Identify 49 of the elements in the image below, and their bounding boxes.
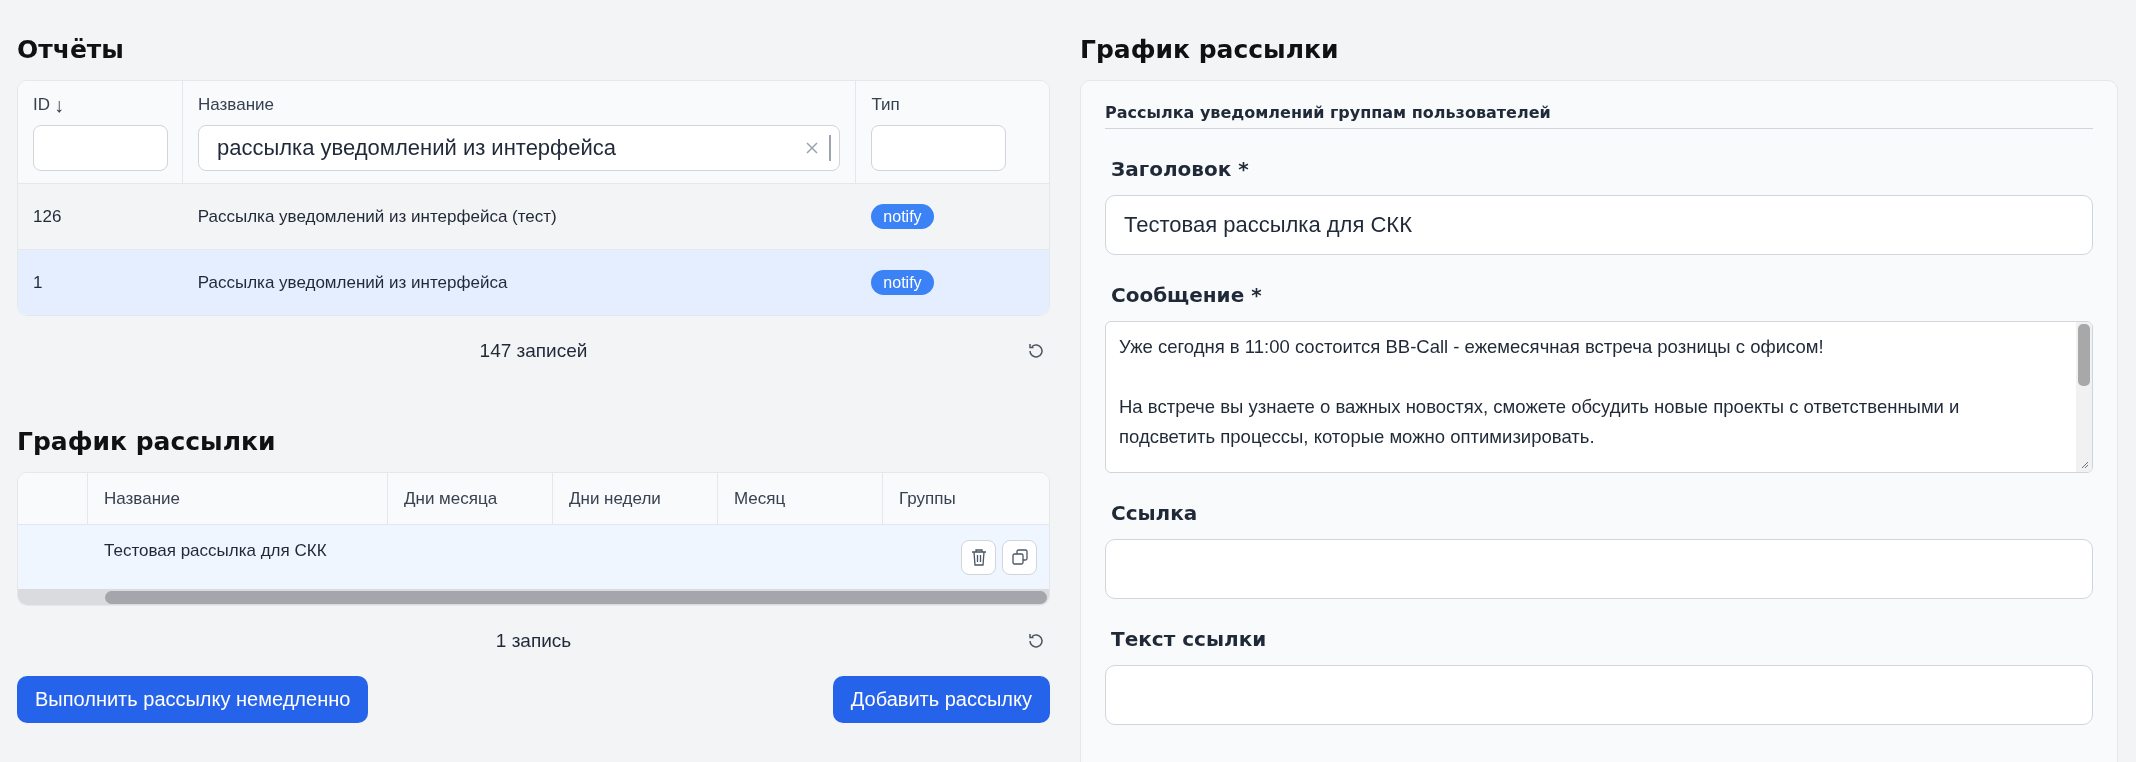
trash-icon [970,548,987,566]
field-label: Заголовок * [1111,157,1250,181]
type-tag: notify [871,269,934,295]
section-title: График рассылки [17,426,277,458]
refresh-icon[interactable] [1026,341,1046,361]
message-field[interactable]: Уже сегодня в 11:00 состоится BB-Call - ежемесячная встреча розницы с офисом! На встрече вы узнаете о важных новостях, сможете обсудить новые проекты с ответственными и подсветить процессы, которые можно оптимизировать. [1105,321,2093,473]
table-row[interactable]: 1 Рассылка уведомлений из интерфейса notify [18,250,1049,315]
scrollbar-thumb[interactable] [105,591,1047,604]
column-header[interactable]: Дни месяца [388,473,553,524]
column-header[interactable]: Дни недели [553,473,718,524]
copy-button[interactable] [1002,539,1037,575]
filter-field[interactable] [871,125,1007,171]
action-button[interactable]: Добавить рассылку [832,676,1050,723]
action-button[interactable]: Выполнить рассылку немедленно [17,676,369,723]
table-cell-text: Тестовая рассылка для СКК [103,541,327,561]
field-label: Ссылка [1111,501,1199,525]
table-cell-text: Рассылка уведомлений из интерфейса [196,272,509,293]
input-field[interactable]: Тестовая рассылка для СКК [1105,195,2093,255]
horizontal-scrollbar[interactable] [18,589,1049,605]
filter-field[interactable]: рассылка уведомлений из интерфейса [198,125,841,171]
input-field[interactable] [1105,539,2093,599]
table-cell-text: 126 [32,206,63,227]
column-header[interactable]: Группы [883,473,1049,524]
column-title[interactable]: Название [198,95,274,115]
delete-button[interactable] [961,539,996,575]
column-title[interactable]: ID [33,95,50,115]
record-count: 147 записей [479,340,588,362]
field-label: Сообщение * [1111,283,1263,307]
table-cell-text: 1 [32,272,44,293]
filter-field[interactable] [33,125,168,171]
table-row[interactable]: 126 Рассылка уведомлений из интерфейса (тест) notify [18,184,1049,250]
table-cell-text: Рассылка уведомлений из интерфейса (тест) [196,206,558,227]
section-title: График рассылки [1080,34,1340,66]
column-header[interactable]: Название [88,473,388,524]
type-tag: notify [871,203,934,229]
input-field[interactable] [1105,665,2093,725]
table-row[interactable]: Тестовая рассылка для СКК [18,525,1049,589]
column-title[interactable]: Тип [871,95,900,115]
vertical-scrollbar[interactable] [2076,322,2092,472]
refresh-icon[interactable] [1026,631,1046,651]
field-label: Текст ссылки [1111,627,1268,651]
section-title: Отчёты [17,34,125,66]
clear-icon[interactable] [805,141,820,155]
sort-icon[interactable]: ↓ [54,93,64,117]
copy-icon [1011,549,1028,565]
resize-grip-icon[interactable] [2081,461,2089,469]
panel-title: Рассылка уведомлений группам пользователей [1105,81,2093,129]
record-count: 1 запись [495,630,572,652]
column-header[interactable]: Месяц [718,473,883,524]
